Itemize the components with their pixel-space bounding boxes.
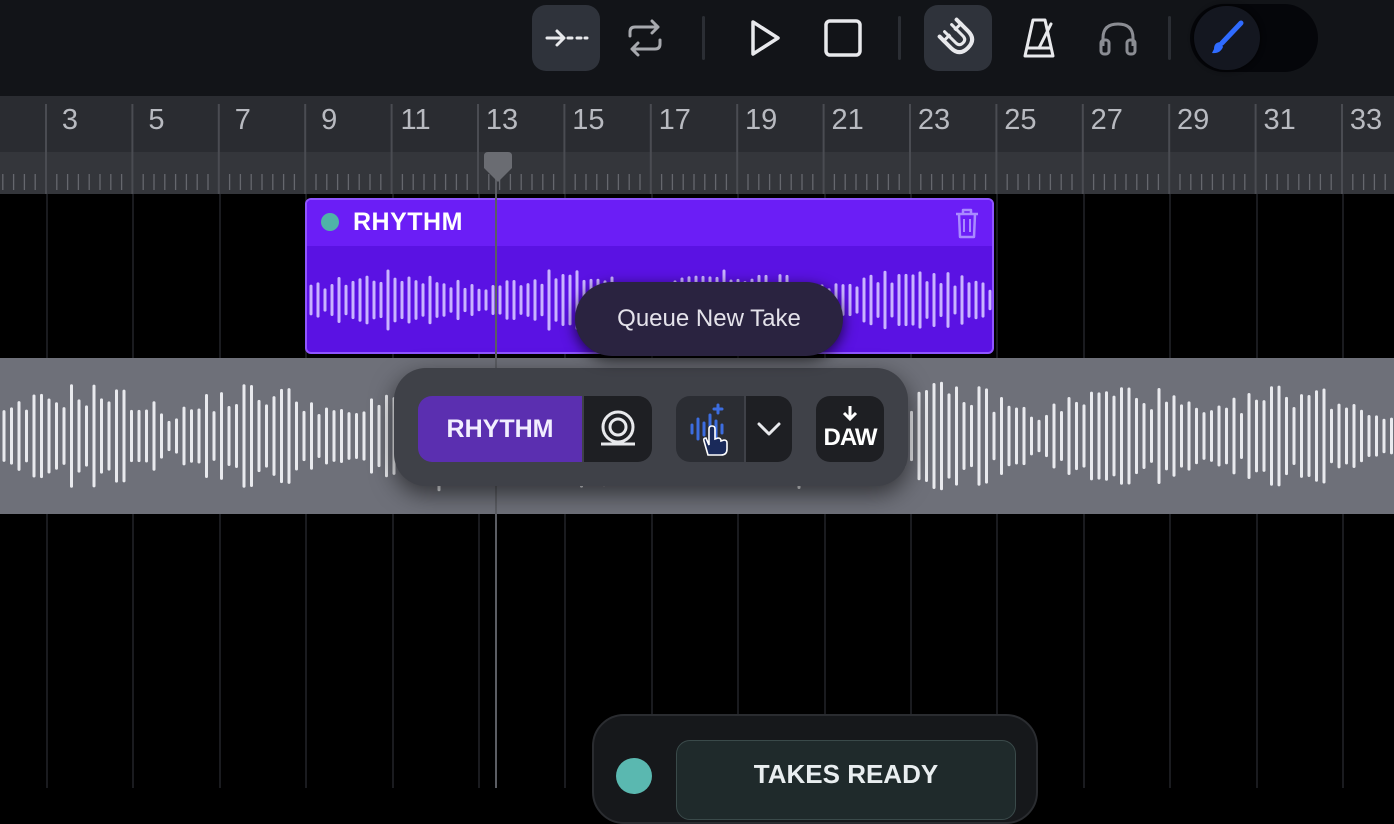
snap-magnet-icon [937, 17, 975, 55]
ruler-label: 21 [831, 104, 864, 136]
takes-status-dot [616, 758, 652, 794]
timeline-ruler[interactable]: 3 5 7 9 11 13 15 17 19 21 23 25 27 29 31 33 [0, 96, 1394, 194]
export-to-daw-button[interactable]: DAW [816, 396, 884, 462]
track-action-panel: RHYTHM DAW [394, 368, 908, 486]
generate-wave-icon [690, 403, 728, 456]
ruler-label: 23 [917, 104, 951, 136]
hand-cursor-icon [702, 425, 728, 456]
ruler-label: 19 [745, 104, 778, 136]
play-button[interactable] [730, 5, 798, 71]
transport-toolbar [0, 0, 1394, 96]
ruler-label: 3 [61, 104, 79, 136]
ruler-label: 11 [400, 104, 431, 136]
takes-ready-button[interactable]: TAKES READY [676, 740, 1016, 820]
chevron-down-icon [757, 422, 781, 436]
toolbar-divider [898, 16, 901, 60]
takes-ready-bar: TAKES READY [592, 714, 1038, 824]
brush-icon [1212, 20, 1244, 54]
loop-record-icon [601, 410, 635, 446]
ruler-label: 31 [1263, 104, 1296, 136]
loop-button[interactable] [611, 5, 679, 71]
ruler-label: 15 [572, 104, 605, 136]
monitor-button[interactable] [1084, 5, 1152, 71]
queue-new-take-tooltip: Queue New Take [575, 282, 843, 356]
metronome-button[interactable] [1005, 5, 1073, 71]
metronome-icon [1023, 18, 1055, 58]
ruler-label: 33 [1349, 104, 1383, 136]
ruler-label: 13 [485, 104, 519, 136]
play-icon [751, 20, 780, 56]
take-options-dropdown[interactable] [746, 396, 792, 462]
ruler-label: 9 [321, 104, 338, 136]
headphones-icon [1099, 22, 1137, 56]
queue-new-take-button[interactable] [676, 396, 744, 462]
ruler-label: 5 [148, 104, 165, 136]
skip-to-start-icon [545, 29, 589, 47]
ruler-label: 29 [1177, 104, 1210, 136]
stop-icon [824, 19, 862, 57]
snap-button[interactable] [924, 5, 992, 71]
record-loop-button[interactable] [584, 396, 652, 462]
toolbar-divider [702, 16, 705, 60]
skip-to-start-button[interactable] [532, 5, 600, 71]
playhead-handle[interactable] [481, 150, 515, 184]
loop-icon [628, 19, 662, 57]
ruler-label: 17 [658, 104, 691, 136]
stop-button[interactable] [809, 5, 877, 71]
draw-mode-knob[interactable] [1194, 6, 1260, 70]
ruler-label: 7 [234, 104, 251, 136]
daw-label: DAW [823, 424, 878, 451]
track-name-button[interactable]: RHYTHM [418, 396, 582, 462]
ruler-label: 25 [1004, 104, 1037, 136]
toolbar-divider [1168, 16, 1171, 60]
ruler-label: 27 [1090, 104, 1123, 136]
